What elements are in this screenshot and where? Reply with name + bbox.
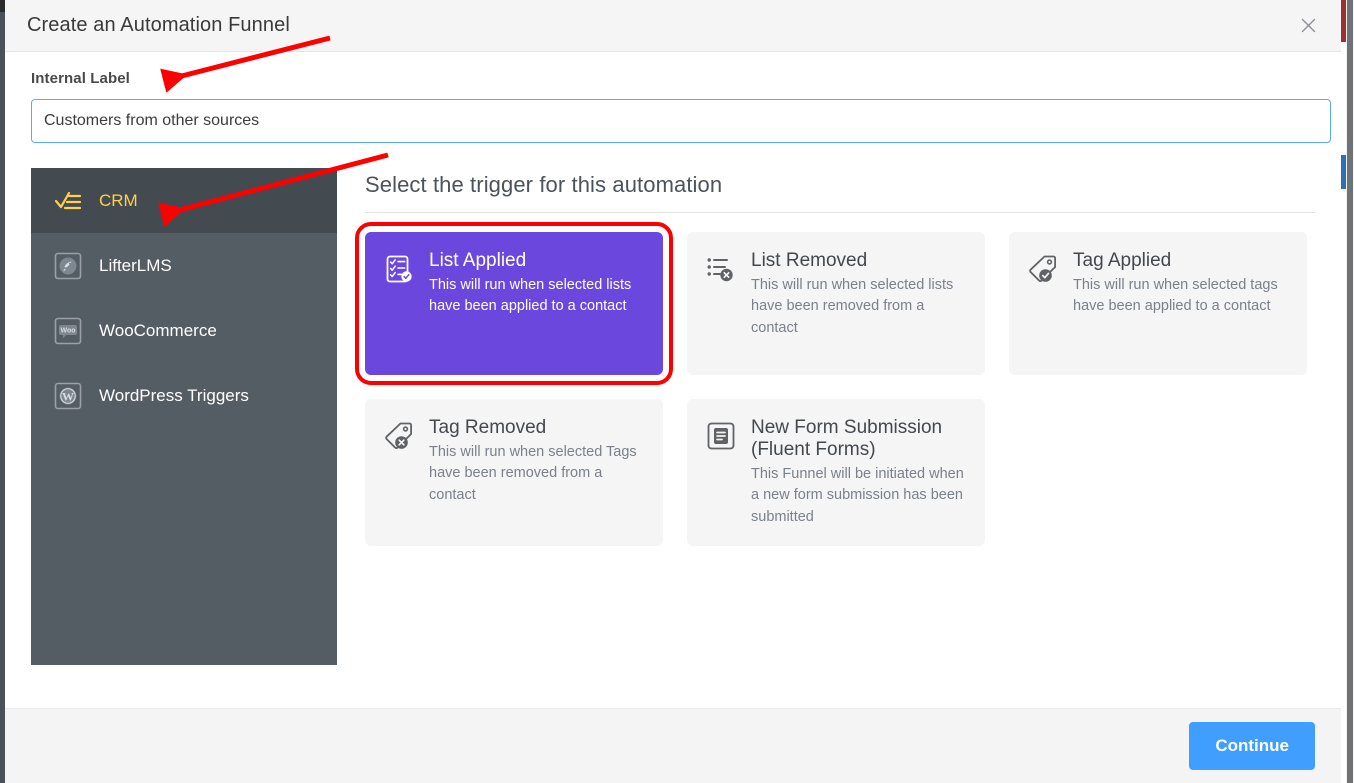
internal-label-label: Internal Label: [31, 70, 130, 87]
integration-sidebar: CRM LifterLMS Woo WooCommerce W WordPres…: [31, 168, 337, 665]
lifterlms-rocket-icon: [53, 251, 83, 281]
trigger-card-text: List Removed This will run when selected…: [751, 250, 967, 339]
sidebar-item-wordpress-triggers[interactable]: W WordPress Triggers: [31, 363, 337, 428]
trigger-selector-panel: CRM LifterLMS Woo WooCommerce W WordPres…: [5, 168, 1341, 665]
trigger-card-title: New Form Submission (Fluent Forms): [751, 417, 943, 460]
page-scrollbar-track[interactable]: [1346, 0, 1354, 783]
sidebar-item-label: LifterLMS: [99, 255, 172, 275]
internal-label-field-group: Internal Label: [5, 52, 1341, 143]
trigger-card-text: List Applied This will run when selected…: [429, 250, 645, 318]
app-root: Create an Automation Funnel Internal Lab…: [0, 0, 1354, 783]
form-icon: [705, 420, 737, 452]
page-scrollbar-thumb[interactable]: [1347, 0, 1353, 783]
tag-check-icon: [1027, 253, 1059, 285]
trigger-card-description: This will run when selected Tags have be…: [429, 443, 637, 503]
trigger-card-tag-applied[interactable]: Tag Applied This will run when selected …: [1009, 232, 1307, 375]
sidebar-item-lifterlms[interactable]: LifterLMS: [31, 233, 337, 298]
sidebar-item-crm[interactable]: CRM: [31, 168, 337, 233]
svg-text:W: W: [62, 389, 74, 403]
trigger-card-new-form-submission[interactable]: New Form Submission (Fluent Forms) This …: [687, 399, 985, 547]
trigger-card-tag-removed[interactable]: Tag Removed This will run when selected …: [365, 399, 663, 547]
trigger-card-description: This will run when selected lists have b…: [751, 276, 954, 336]
internal-label-input[interactable]: [31, 99, 1331, 143]
right-edge-blue-marker: [1341, 155, 1346, 189]
crm-checklist-icon: [53, 186, 83, 216]
right-edge-red-marker: [1341, 0, 1346, 42]
trigger-card-title: Tag Applied: [1073, 250, 1172, 271]
sidebar-item-label: WordPress Triggers: [99, 385, 249, 405]
dialog-title: Create an Automation Funnel: [27, 14, 290, 36]
trigger-card-list-applied[interactable]: List Applied This will run when selected…: [355, 222, 673, 385]
trigger-card-text: Tag Applied This will run when selected …: [1073, 250, 1289, 318]
dialog-header: Create an Automation Funnel: [5, 0, 1341, 52]
tag-remove-icon: [383, 420, 415, 452]
close-icon[interactable]: [1293, 11, 1323, 41]
sidebar-item-woocommerce[interactable]: Woo WooCommerce: [31, 298, 337, 363]
trigger-card-text: Tag Removed This will run when selected …: [429, 417, 645, 506]
sidebar-item-label: CRM: [99, 190, 138, 210]
create-automation-funnel-dialog: Create an Automation Funnel Internal Lab…: [5, 0, 1341, 783]
woocommerce-icon: Woo: [53, 316, 83, 346]
trigger-card-description: This will run when selected lists have b…: [429, 276, 632, 315]
trigger-card-description: This will run when selected tags have be…: [1073, 276, 1278, 315]
trigger-card-title: List Removed: [751, 250, 868, 271]
trigger-card-grid: List Applied This will run when selected…: [355, 222, 1315, 547]
trigger-section-heading: Select the trigger for this automation: [365, 172, 723, 197]
trigger-card-title: List Applied: [429, 250, 527, 271]
continue-button[interactable]: Continue: [1189, 722, 1315, 770]
sidebar-item-label: WooCommerce: [99, 320, 217, 340]
list-remove-icon: [705, 253, 737, 285]
trigger-list-section: Select the trigger for this automation L…: [337, 168, 1315, 665]
dialog-body: Internal Label CRM: [5, 52, 1341, 708]
trigger-card-title: Tag Removed: [429, 417, 547, 438]
trigger-card-description: This Funnel will be initiated when a new…: [751, 465, 964, 525]
wordpress-icon: W: [53, 381, 83, 411]
trigger-card-list-removed[interactable]: List Removed This will run when selected…: [687, 232, 985, 375]
dialog-footer: Continue: [5, 708, 1341, 783]
list-check-icon: [383, 253, 415, 285]
svg-text:Woo: Woo: [60, 327, 75, 334]
section-divider: [365, 212, 1315, 213]
trigger-card-text: New Form Submission (Fluent Forms) This …: [751, 417, 967, 528]
